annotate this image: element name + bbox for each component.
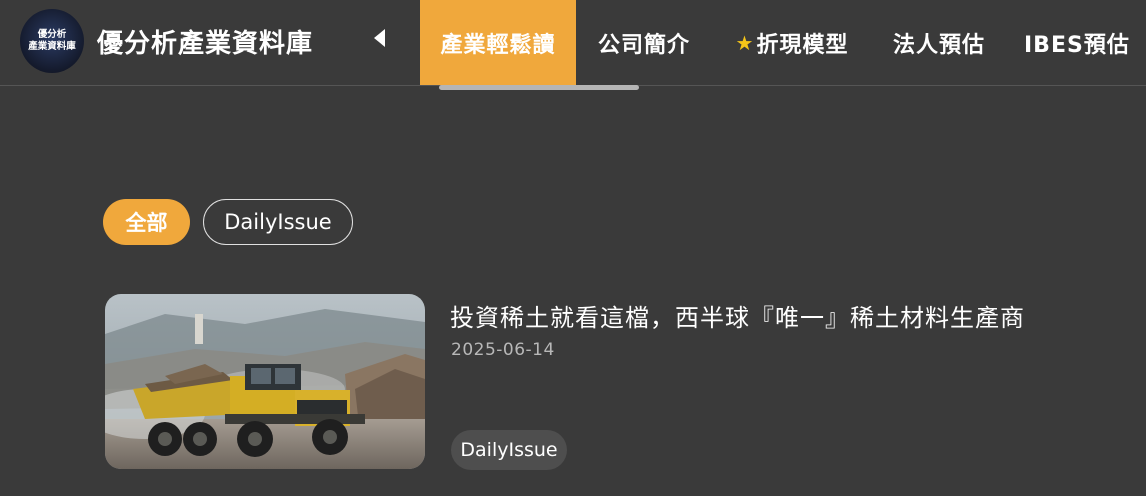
tab-label: 法人預估 bbox=[892, 32, 985, 58]
filter-chip-label: 全部 bbox=[125, 211, 168, 235]
filter-chip-all[interactable]: 全部 bbox=[103, 199, 190, 245]
caret-left-icon[interactable] bbox=[374, 29, 385, 47]
tab-label: 產業輕鬆讀 bbox=[440, 32, 556, 58]
tab-dcf-model[interactable]: ★ 折現模型 bbox=[712, 0, 872, 85]
dump-truck-image bbox=[105, 294, 425, 469]
article-tag[interactable]: DailyIssue bbox=[451, 430, 567, 470]
filter-chip-label: DailyIssue bbox=[224, 210, 332, 234]
tab-industry-easy-read[interactable]: 產業輕鬆讀 bbox=[420, 0, 576, 85]
article-thumbnail[interactable] bbox=[105, 294, 425, 469]
tab-label: 公司簡介 bbox=[597, 32, 690, 58]
star-icon: ★ bbox=[735, 30, 755, 55]
site-title[interactable]: 優分析產業資料庫 bbox=[97, 23, 313, 60]
tab-ibes-estimates[interactable]: IBES預估 bbox=[1006, 0, 1146, 85]
site-logo[interactable]: 優分析 產業資料庫 bbox=[20, 9, 84, 73]
tab-company-profile[interactable]: 公司簡介 bbox=[576, 0, 712, 85]
logo-line-1: 優分析 bbox=[37, 29, 67, 40]
tab-scrollbar[interactable] bbox=[439, 85, 639, 90]
tab-institutional-estimates[interactable]: 法人預估 bbox=[872, 0, 1006, 85]
article-date: 2025-06-14 bbox=[451, 340, 555, 360]
article-title[interactable]: 投資稀土就看這檔，西半球『唯一』稀土材料生產商 bbox=[450, 298, 1025, 333]
filter-chip-dailyissue[interactable]: DailyIssue bbox=[203, 199, 353, 245]
logo-line-2: 產業資料庫 bbox=[28, 41, 76, 52]
tab-label: IBES預估 bbox=[1024, 32, 1130, 58]
top-navigation-bar: 優分析 產業資料庫 優分析產業資料庫 產業輕鬆讀 公司簡介 ★ 折現模型 法人預… bbox=[0, 0, 1146, 86]
tab-label: 折現模型 bbox=[756, 32, 849, 58]
